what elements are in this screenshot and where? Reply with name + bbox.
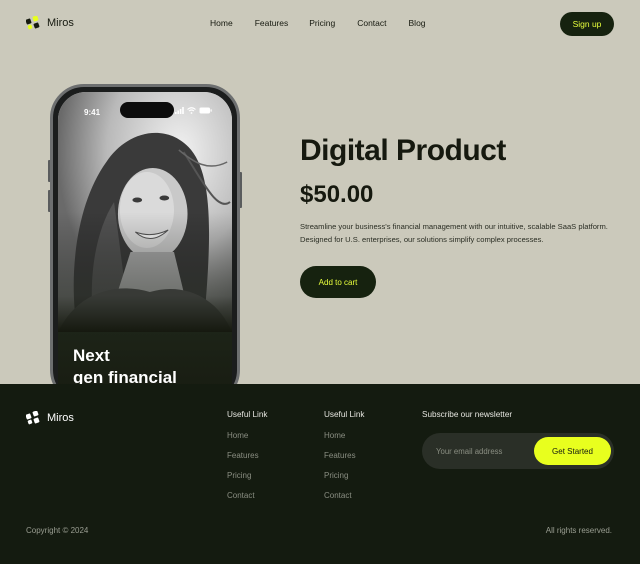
footer-link-features[interactable]: Features <box>324 451 365 460</box>
footer-column-1: Useful Link Home Features Pricing Contac… <box>227 410 268 511</box>
nav-link-pricing[interactable]: Pricing <box>309 18 335 28</box>
nav-link-contact[interactable]: Contact <box>357 18 386 28</box>
dynamic-island <box>120 102 174 118</box>
signup-button[interactable]: Sign up <box>560 12 614 36</box>
email-input[interactable] <box>436 433 536 469</box>
footer-column-title: Useful Link <box>324 410 365 419</box>
footer-column-2: Useful Link Home Features Pricing Contac… <box>324 410 365 511</box>
logo-icon <box>26 16 40 30</box>
phone-caption-line1: Next <box>73 346 110 365</box>
footer-link-pricing[interactable]: Pricing <box>324 471 365 480</box>
nav-link-features[interactable]: Features <box>255 18 289 28</box>
footer-link-pricing[interactable]: Pricing <box>227 471 268 480</box>
newsletter-form: Get Started <box>422 433 614 469</box>
add-to-cart-button[interactable]: Add to cart <box>300 266 376 298</box>
product-description: Streamline your business's financial man… <box>300 222 608 244</box>
product-title: Digital Product <box>300 134 506 167</box>
product-price: $50.00 <box>300 181 374 208</box>
phone-mockup: 9:41 Next gen financial <box>50 84 240 404</box>
brand-name: Miros <box>47 17 74 29</box>
footer-link-home[interactable]: Home <box>324 431 365 440</box>
copyright-text: Copyright © 2024 <box>26 526 89 535</box>
footer-brand[interactable]: Miros <box>26 411 74 425</box>
status-time: 9:41 <box>84 108 101 117</box>
battery-icon <box>199 107 212 114</box>
phone-caption: Next gen financial <box>73 345 177 389</box>
footer-link-contact[interactable]: Contact <box>227 491 268 500</box>
footer-link-features[interactable]: Features <box>227 451 268 460</box>
footer-column-title: Useful Link <box>227 410 268 419</box>
footer: Miros Useful Link Home Features Pricing … <box>0 384 640 564</box>
nav-link-blog[interactable]: Blog <box>409 18 426 28</box>
get-started-button[interactable]: Get Started <box>534 437 611 465</box>
wifi-icon <box>187 107 196 114</box>
top-nav: Miros Home Features Pricing Contact Blog… <box>0 0 640 46</box>
logo-icon <box>26 411 40 425</box>
nav-links: Home Features Pricing Contact Blog <box>210 18 426 28</box>
footer-link-contact[interactable]: Contact <box>324 491 365 500</box>
brand[interactable]: Miros <box>26 16 74 30</box>
status-icons <box>175 107 212 114</box>
signal-icon <box>175 107 184 114</box>
newsletter-title: Subscribe our newsletter <box>422 410 513 419</box>
footer-link-home[interactable]: Home <box>227 431 268 440</box>
footer-brand-name: Miros <box>47 412 74 424</box>
portrait-photo <box>58 92 232 332</box>
phone-screen: 9:41 Next gen financial <box>58 92 232 401</box>
rights-text: All rights reserved. <box>545 526 612 535</box>
nav-link-home[interactable]: Home <box>210 18 233 28</box>
